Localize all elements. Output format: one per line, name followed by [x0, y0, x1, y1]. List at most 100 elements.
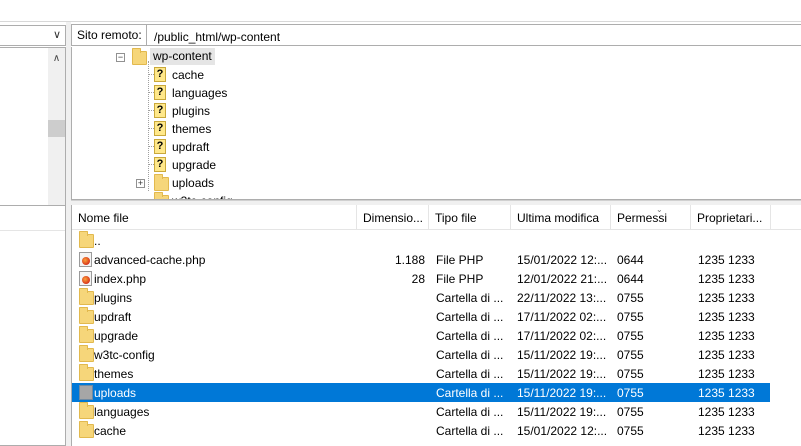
folder-open-icon: [132, 48, 147, 65]
remote-directory-tree[interactable]: − wp-content ? cache ? languages ? plugi…: [71, 47, 801, 200]
file-owner: 1235 1233: [698, 405, 755, 419]
local-tree[interactable]: ∧ ∨: [0, 47, 66, 224]
tree-node-label: uploads: [172, 176, 215, 190]
unknown-folder-icon: ?: [154, 139, 166, 154]
file-name: uploads: [94, 386, 137, 400]
file-owner: 1235 1233: [698, 329, 755, 343]
tree-node-languages[interactable]: ? languages: [152, 84, 272, 102]
local-file-list-header: [0, 206, 65, 231]
tree-node-label: wp-content: [150, 48, 215, 65]
file-modified: 15/11/2022 19:...: [517, 367, 607, 381]
local-file-list[interactable]: [0, 205, 66, 446]
file-modified: 12/01/2022 21:...: [517, 272, 608, 286]
tree-node-themes[interactable]: ? themes: [152, 120, 272, 138]
column-header-owner[interactable]: Proprietari...: [691, 205, 771, 230]
scroll-up-arrow-icon[interactable]: ∧: [48, 50, 65, 67]
file-modified: 15/11/2022 19:...: [517, 386, 607, 400]
column-header-type[interactable]: Tipo file: [429, 205, 511, 230]
file-owner: 1235 1233: [698, 253, 755, 267]
file-row[interactable]: upgrade Cartella di ... 17/11/2022 02:..…: [72, 326, 770, 345]
file-permissions: 0755: [617, 348, 644, 362]
tree-node-updraft[interactable]: ? updraft: [152, 138, 272, 156]
file-list-header: Nome file Dimensio... Tipo file Ultima m…: [72, 205, 801, 230]
file-permissions: 0644: [617, 253, 644, 267]
file-row-selected[interactable]: uploads Cartella di ... 15/11/2022 19:..…: [72, 383, 770, 402]
tree-node-label: upgrade: [172, 158, 217, 172]
file-row[interactable]: advanced-cache.php 1.188 File PHP 15/01/…: [72, 250, 770, 269]
file-type: Cartella di ...: [436, 367, 504, 381]
file-name: plugins: [94, 291, 133, 305]
file-row[interactable]: w3tc-config Cartella di ... 15/11/2022 1…: [72, 345, 770, 364]
folder-icon: [79, 307, 94, 324]
remote-file-list[interactable]: Nome file Dimensio... Tipo file Ultima m…: [71, 205, 801, 446]
file-row[interactable]: index.php 28 File PHP 12/01/2022 21:... …: [72, 269, 770, 288]
remote-site-bar: Sito remoto:: [71, 24, 801, 46]
file-type: Cartella di ...: [436, 386, 504, 400]
column-header-name[interactable]: Nome file: [72, 205, 357, 230]
remote-path-input[interactable]: [150, 25, 790, 45]
folder-icon: [79, 326, 94, 343]
file-row-parent[interactable]: ..: [72, 231, 770, 250]
file-permissions: 0755: [617, 291, 644, 305]
file-permissions: 0755: [617, 424, 644, 438]
local-tree-scrollbar[interactable]: ∧ ∨: [48, 48, 65, 223]
file-modified: 15/11/2022 19:...: [517, 405, 607, 419]
scrollbar-thumb[interactable]: [48, 120, 65, 137]
file-type: Cartella di ...: [436, 291, 504, 305]
file-row[interactable]: languages Cartella di ... 15/11/2022 19:…: [72, 402, 770, 421]
tree-node-label: languages: [172, 86, 228, 100]
folder-icon: [79, 288, 94, 305]
parent-folder-icon: [79, 231, 94, 248]
file-name: ..: [94, 234, 101, 248]
file-owner: 1235 1233: [698, 367, 755, 381]
unknown-folder-icon: ?: [154, 157, 166, 172]
file-owner: 1235 1233: [698, 272, 755, 286]
toolbar-strip: [0, 0, 801, 22]
file-name: cache: [94, 424, 127, 438]
sort-indicator-icon: ⌄: [656, 205, 663, 214]
file-name: w3tc-config: [94, 348, 155, 362]
unknown-folder-icon: ?: [154, 121, 166, 136]
tree-node-label: themes: [172, 122, 212, 136]
file-name: themes: [94, 367, 134, 381]
tree-node-uploads[interactable]: + uploads: [136, 174, 276, 192]
folder-icon: [154, 174, 169, 191]
file-modified: 17/11/2022 02:...: [517, 310, 607, 324]
expand-icon[interactable]: +: [136, 179, 145, 188]
column-header-size[interactable]: Dimensio...: [357, 205, 429, 230]
column-header-modified[interactable]: Ultima modifica: [511, 205, 611, 230]
file-permissions: 0755: [617, 329, 644, 343]
file-owner: 1235 1233: [698, 310, 755, 324]
chevron-down-icon[interactable]: ∨: [53, 28, 61, 41]
folder-icon: [79, 364, 94, 381]
file-size: 28: [411, 272, 425, 286]
file-row[interactable]: plugins Cartella di ... 22/11/2022 13:..…: [72, 288, 770, 307]
file-row[interactable]: cache Cartella di ... 15/01/2022 12:... …: [72, 421, 770, 440]
tree-node-upgrade[interactable]: ? upgrade: [152, 156, 272, 174]
column-header-permissions[interactable]: Permessi: [611, 205, 691, 230]
folder-icon: [79, 385, 93, 400]
tree-node-label: cache: [172, 68, 205, 82]
tree-node-w3tc-config[interactable]: w3tc-config: [152, 192, 272, 199]
local-site-dropdown[interactable]: ∨: [0, 25, 66, 46]
unknown-folder-icon: ?: [154, 103, 166, 118]
file-name: advanced-cache.php: [94, 253, 206, 267]
file-type: File PHP: [436, 253, 484, 267]
file-modified: 15/01/2022 12:...: [517, 253, 608, 267]
folder-icon: [79, 402, 94, 419]
file-type: Cartella di ...: [436, 329, 504, 343]
folder-icon: [79, 345, 94, 362]
collapse-icon[interactable]: −: [116, 53, 125, 62]
tree-node-label: plugins: [172, 104, 211, 118]
file-permissions: 0755: [617, 367, 644, 381]
tree-node-wp-content[interactable]: − wp-content: [116, 48, 256, 66]
file-row[interactable]: updraft Cartella di ... 17/11/2022 02:..…: [72, 307, 770, 326]
tree-node-plugins[interactable]: ? plugins: [152, 102, 272, 120]
tree-node-cache[interactable]: ? cache: [152, 66, 272, 84]
tree-connector-line: [148, 61, 149, 191]
file-permissions: 0644: [617, 272, 644, 286]
file-modified: 17/11/2022 02:...: [517, 329, 607, 343]
file-row[interactable]: themes Cartella di ... 15/11/2022 19:...…: [72, 364, 770, 383]
file-name: index.php: [94, 272, 147, 286]
file-name: languages: [94, 405, 150, 419]
